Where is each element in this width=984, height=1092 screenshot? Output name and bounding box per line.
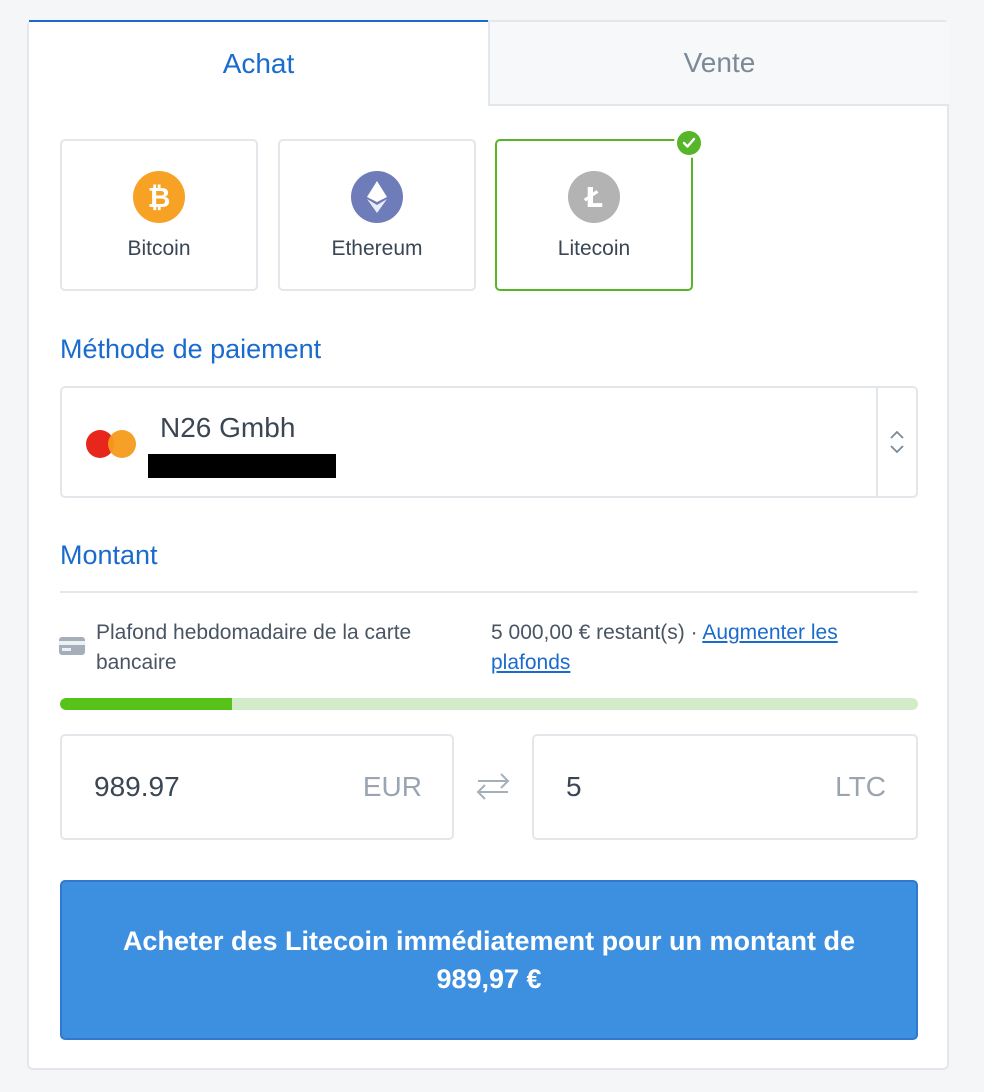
buy-now-button[interactable]: Acheter des Litecoin immédiatement pour …: [60, 880, 918, 1040]
litecoin-icon: Ł: [568, 171, 620, 223]
coin-label: Bitcoin: [127, 237, 191, 260]
coin-label: Litecoin: [557, 237, 631, 260]
fiat-currency: EUR: [362, 771, 422, 802]
coin-label: Ethereum: [331, 237, 423, 260]
swap-arrows-icon[interactable]: [475, 768, 511, 804]
ethereum-icon: [351, 171, 403, 223]
credit-card-icon: [59, 637, 85, 655]
weekly-limit-label: Plafond hebdomadaire de la carte bancair…: [96, 621, 412, 674]
tab-buy[interactable]: Achat: [29, 20, 488, 106]
svg-text:₿: ₿: [148, 181, 171, 213]
weekly-limit-value: 5 000,00 € restant(s) · Augmenter les pl…: [491, 618, 891, 678]
fiat-amount-input[interactable]: 989.97 EUR: [60, 734, 454, 840]
limit-remaining: 5 000,00 € restant(s): [491, 621, 685, 644]
tab-sell[interactable]: Vente: [488, 22, 949, 106]
crypto-currency: LTC: [835, 771, 886, 802]
amount-title: Montant: [60, 540, 158, 570]
fiat-amount-value: 989.97: [94, 771, 180, 802]
trade-card: Achat Vente ₿ Bitcoin Ethereum Ł Litecoi…: [27, 20, 949, 1070]
separator: ·: [690, 621, 698, 644]
svg-text:Ł: Ł: [583, 181, 603, 213]
divider: [60, 591, 918, 593]
payment-method-select[interactable]: N26 Gmbh: [60, 386, 918, 498]
checkmark-icon: [674, 128, 704, 158]
redacted-account-number: [148, 454, 336, 478]
bitcoin-icon: ₿: [133, 171, 185, 223]
coin-option-litecoin[interactable]: Ł Litecoin: [495, 128, 704, 291]
limit-progress-fill: [60, 698, 232, 710]
crypto-amount-input[interactable]: 5 LTC: [532, 734, 918, 840]
select-stepper[interactable]: [876, 388, 916, 496]
chevron-up-down-icon: [890, 430, 904, 454]
mastercard-icon: [86, 430, 136, 458]
coin-option-ethereum[interactable]: Ethereum: [278, 139, 476, 291]
payment-method-title: Méthode de paiement: [60, 334, 322, 364]
payment-method-name: N26 Gmbh: [160, 412, 296, 443]
coin-option-bitcoin[interactable]: ₿ Bitcoin: [60, 139, 258, 291]
crypto-amount-value: 5: [566, 771, 582, 802]
limit-progress-bar: [60, 698, 918, 710]
